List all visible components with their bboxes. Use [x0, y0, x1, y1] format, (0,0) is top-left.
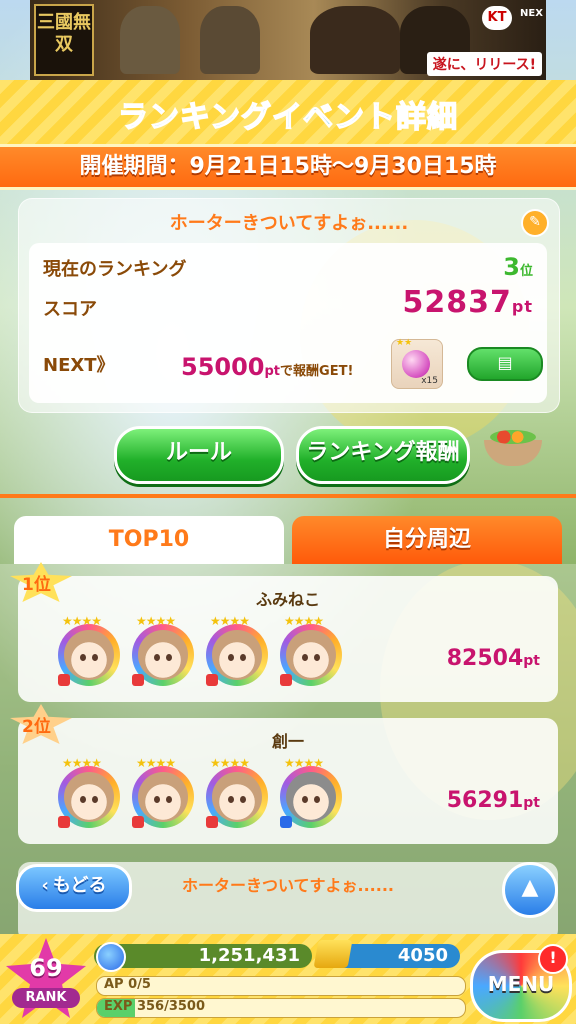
attribute-icon — [58, 674, 70, 686]
character-face-icon — [138, 630, 188, 680]
exp-label: EXP 356/3500 — [104, 999, 206, 1014]
attribute-icon — [132, 816, 144, 828]
ap-bar — [96, 976, 466, 996]
score-number: 52837 — [402, 285, 512, 320]
next-label: NEXT》 — [43, 355, 115, 376]
banner-logo: 三國無双 — [34, 4, 94, 76]
avatar-stars: ★★★★ — [62, 614, 102, 628]
gem-icon — [313, 940, 353, 968]
rank-number: 3 — [503, 253, 520, 281]
tab-around-me[interactable]: 自分周辺 — [292, 516, 562, 564]
avatar-stars: ★★★★ — [136, 614, 176, 628]
ranking-row[interactable]: 1位 ふみねこ ★★★★ ★★★★ ★★★★ ★★★★ 82504pt — [10, 562, 558, 702]
reward-list-button[interactable]: ▤ — [467, 347, 543, 381]
player-name: ふみねこ — [255, 590, 320, 609]
rank-unit: 位 — [519, 264, 533, 279]
points-number: 56291 — [446, 788, 524, 813]
attribute-icon — [58, 816, 70, 828]
page-title-text: ランキングイベント詳細 — [117, 99, 459, 136]
attribute-icon — [206, 816, 218, 828]
points-number: 82504 — [446, 646, 524, 671]
ranking-rewards-button[interactable]: ランキング報酬 — [296, 426, 470, 484]
document-icon: ▤ — [497, 353, 513, 372]
attribute-icon — [280, 674, 292, 686]
next-points-unit: pt — [264, 364, 281, 379]
reward-stars: ★★ — [396, 338, 413, 348]
score-label: スコア — [43, 299, 97, 320]
character-avatar: ★★★★ — [206, 756, 268, 828]
current-event-label: ホーターきついてすよぉ...... — [182, 876, 394, 895]
character-face-icon — [64, 630, 114, 680]
notification-badge: ! — [538, 944, 568, 974]
banner-character — [200, 6, 260, 74]
rules-button[interactable]: ルール — [114, 426, 284, 484]
coin-icon — [96, 942, 126, 972]
player-points: 56291pt — [447, 788, 540, 813]
player-points: 82504pt — [447, 646, 540, 671]
nex-logo: NEX — [520, 8, 543, 19]
avatar-stars: ★★★★ — [62, 756, 102, 770]
banner-character — [120, 6, 180, 74]
character-avatar: ★★★★ — [132, 756, 194, 828]
attribute-icon — [280, 816, 292, 828]
coin-counter: 1,251,431 — [94, 944, 312, 968]
chevron-up-icon: ▲ — [521, 875, 539, 900]
current-rank-value: 3位 — [503, 253, 533, 281]
character-avatar: ★★★★ — [280, 756, 342, 828]
character-face-icon — [64, 772, 114, 822]
reward-count: x15 — [421, 376, 438, 386]
ranking-row[interactable]: 2位 創一 ★★★★ ★★★★ ★★★★ ★★★★ 56291pt — [10, 704, 558, 844]
avatar-stars: ★★★★ — [210, 614, 250, 628]
event-period: 開催期間：9月21日15時〜9月30日15時 — [0, 144, 576, 190]
next-reward-text: で報酬GET! — [280, 364, 354, 379]
event-name: ホーターきついてすよぉ...... — [169, 213, 409, 234]
character-face-icon — [212, 772, 262, 822]
character-avatar: ★★★★ — [206, 614, 268, 686]
character-face-icon — [138, 772, 188, 822]
promo-banner[interactable]: 三國無双 KT NEX 遂に、リリース! — [30, 0, 546, 82]
character-avatar: ★★★★ — [132, 614, 194, 686]
character-face-icon — [212, 630, 262, 680]
player-name: 創一 — [271, 732, 304, 751]
current-rank-label: 現在のランキング — [43, 259, 187, 280]
next-points-number: 55000 — [181, 353, 265, 381]
divider — [0, 494, 576, 498]
tab-top10[interactable]: TOP10 — [14, 516, 284, 564]
points-unit: pt — [523, 653, 540, 669]
character-avatar: ★★★★ — [58, 756, 120, 828]
character-face-icon — [286, 630, 336, 680]
rank-label: RANK — [12, 988, 80, 1008]
score-unit: pt — [511, 297, 533, 316]
edit-icon[interactable]: ✎ — [521, 209, 549, 237]
avatar-stars: ★★★★ — [284, 614, 324, 628]
score-value: 52837pt — [403, 285, 533, 320]
ap-label: AP 0/5 — [104, 977, 151, 992]
points-unit: pt — [523, 795, 540, 811]
avatar-stars: ★★★★ — [284, 756, 324, 770]
character-avatar: ★★★★ — [280, 614, 342, 686]
scroll-top-button[interactable]: ▲ — [502, 862, 558, 918]
moon-orb-icon — [402, 350, 430, 378]
release-text: 遂に、リリース! — [426, 52, 542, 76]
avatar-stars: ★★★★ — [136, 756, 176, 770]
event-info-panel: ホーターきついてすよぉ...... ✎ 現在のランキング 3位 スコア 5283… — [18, 198, 560, 413]
reward-item-icon[interactable]: ★★ x15 — [391, 338, 443, 389]
character-face-icon — [286, 772, 336, 822]
character-avatar: ★★★★ — [58, 614, 120, 686]
attribute-icon — [206, 674, 218, 686]
ranking-info-box: 現在のランキング 3位 スコア 52837pt NEXT》 55000ptで報酬… — [29, 243, 547, 403]
avatar-stars: ★★★★ — [210, 756, 250, 770]
attribute-icon — [132, 674, 144, 686]
kt-logo: KT — [482, 6, 512, 30]
banner-character — [310, 6, 400, 74]
page-title: ランキングイベント詳細 — [0, 92, 576, 136]
next-reward-points: 55000ptで報酬GET! — [181, 353, 353, 381]
player-rank: 69 — [29, 954, 63, 982]
